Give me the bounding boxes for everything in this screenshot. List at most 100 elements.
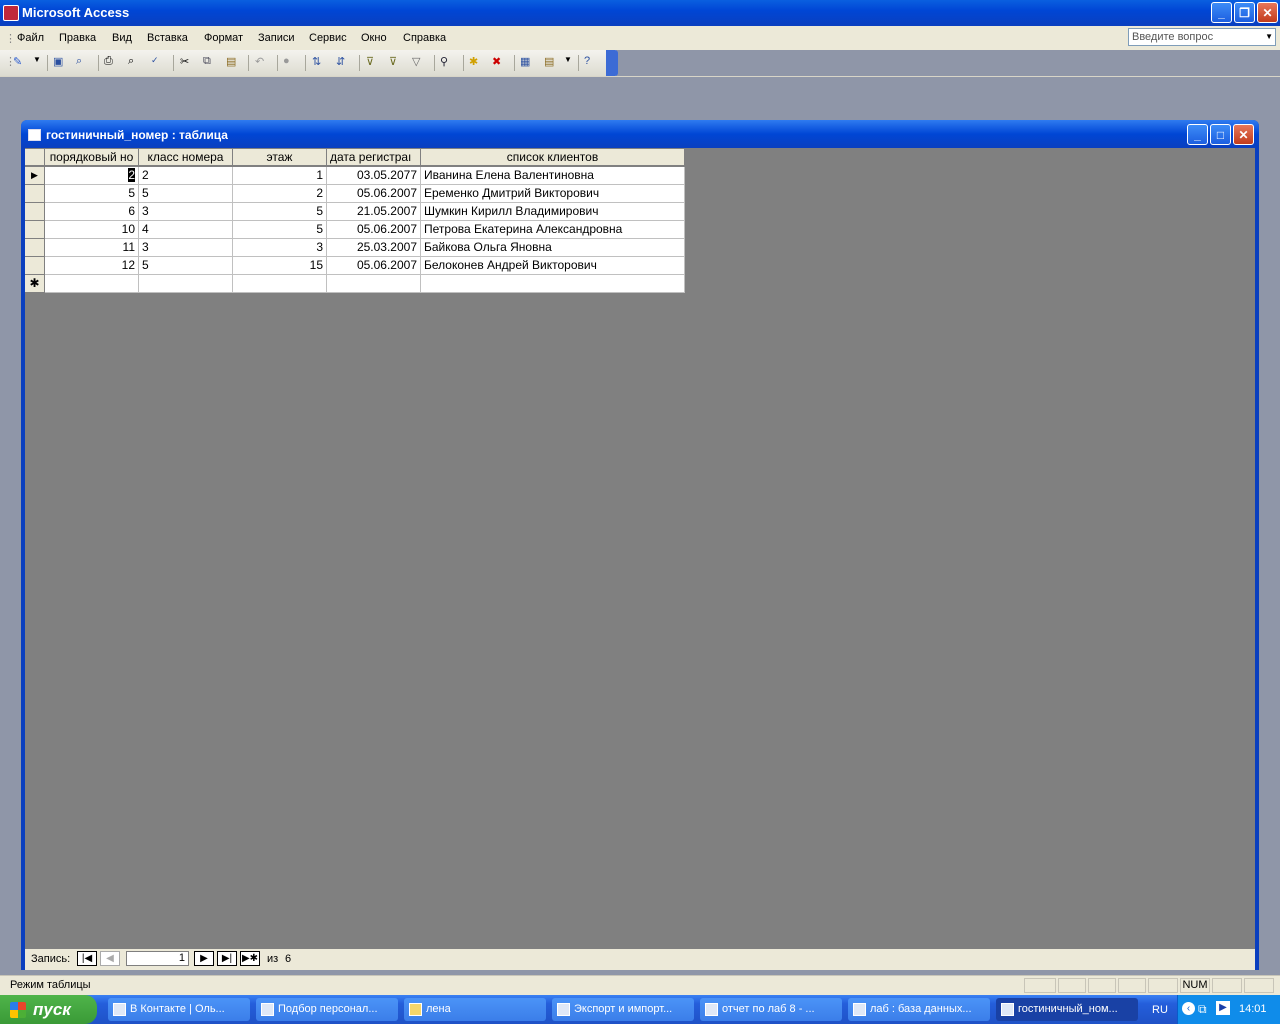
restore-button[interactable]: ❐ bbox=[1234, 2, 1255, 23]
chevron-down-icon[interactable]: ▼ bbox=[1265, 32, 1273, 41]
table-cell[interactable]: 3 bbox=[233, 239, 327, 257]
menu-view[interactable]: Вид bbox=[112, 32, 132, 44]
table-cell[interactable]: 3 bbox=[139, 203, 233, 221]
row-selector[interactable] bbox=[25, 203, 45, 221]
new-row-cell[interactable] bbox=[327, 275, 421, 293]
menu-insert[interactable]: Вставка bbox=[147, 32, 188, 44]
close-button[interactable]: ✕ bbox=[1257, 2, 1278, 23]
row-selector[interactable] bbox=[25, 185, 45, 203]
table-minimize-button[interactable]: _ bbox=[1187, 124, 1208, 145]
taskbar-item[interactable]: лаб : база данных... bbox=[848, 998, 990, 1021]
hyperlink-icon[interactable]: ● bbox=[283, 55, 299, 71]
media-player-icon[interactable]: ▶ bbox=[1216, 1001, 1230, 1015]
menu-format[interactable]: Формат bbox=[204, 32, 243, 44]
spelling-icon[interactable]: ✓ bbox=[151, 55, 167, 71]
access-app-icon[interactable] bbox=[3, 5, 19, 21]
menu-tools[interactable]: Сервис bbox=[309, 32, 347, 44]
column-header[interactable]: этаж bbox=[233, 149, 327, 166]
new-row-cell[interactable] bbox=[139, 275, 233, 293]
column-header[interactable]: дата регистраı bbox=[327, 149, 421, 166]
taskbar-item[interactable]: лена bbox=[404, 998, 546, 1021]
minimize-button[interactable]: _ bbox=[1211, 2, 1232, 23]
sort-descending-icon[interactable]: ⇵ bbox=[336, 55, 352, 71]
delete-record-icon[interactable]: ✖ bbox=[492, 55, 508, 71]
select-all-corner[interactable] bbox=[25, 149, 45, 166]
paste-icon[interactable]: ▤ bbox=[226, 55, 242, 71]
table-cell[interactable]: Шумкин Кирилл Владимирович bbox=[421, 203, 685, 221]
table-cell[interactable]: 2 bbox=[233, 185, 327, 203]
toolbar-options-button[interactable] bbox=[606, 50, 618, 76]
menu-help[interactable]: Справка bbox=[403, 32, 446, 44]
table-cell[interactable]: 3 bbox=[139, 239, 233, 257]
find-icon[interactable]: ⚲ bbox=[440, 55, 456, 71]
table-cell[interactable]: 5 bbox=[233, 221, 327, 239]
column-header[interactable]: класс номера bbox=[139, 149, 233, 166]
new-object-icon[interactable]: ▤ bbox=[544, 55, 560, 71]
start-button[interactable]: пуск bbox=[0, 995, 97, 1024]
chevron-left-icon[interactable]: ‹ bbox=[1182, 1002, 1195, 1015]
table-cell[interactable]: 12 bbox=[45, 257, 139, 275]
table-cell[interactable]: 5 bbox=[233, 203, 327, 221]
table-cell[interactable]: 21.05.2007 bbox=[327, 203, 421, 221]
taskbar-item[interactable]: Подбор персонал... bbox=[256, 998, 398, 1021]
save-icon[interactable]: ▣ bbox=[53, 55, 69, 71]
new-row-cell[interactable] bbox=[421, 275, 685, 293]
copy-icon[interactable]: ⧉ bbox=[203, 55, 219, 71]
table-cell[interactable]: 05.06.2007 bbox=[327, 185, 421, 203]
help-icon[interactable]: ? bbox=[584, 55, 600, 71]
taskbar-item-active[interactable]: гостиничный_ном... bbox=[996, 998, 1138, 1021]
row-selector[interactable] bbox=[25, 257, 45, 275]
taskbar-item[interactable]: В Контакте | Оль... bbox=[108, 998, 250, 1021]
table-window-title-bar[interactable]: гостиничный_номер : таблица _ □ ✕ bbox=[21, 120, 1259, 148]
table-cell[interactable]: 2 bbox=[139, 167, 233, 185]
table-cell[interactable]: Белоконев Андрей Викторович bbox=[421, 257, 685, 275]
new-record-icon[interactable]: ✱ bbox=[469, 55, 485, 71]
table-cell[interactable]: 25.03.2007 bbox=[327, 239, 421, 257]
table-cell[interactable]: 4 bbox=[139, 221, 233, 239]
filter-by-form-icon[interactable]: ⊽ bbox=[389, 55, 405, 71]
table-close-button[interactable]: ✕ bbox=[1233, 124, 1254, 145]
table-cell[interactable]: 2 bbox=[45, 167, 139, 185]
current-row-icon[interactable]: ▶ bbox=[25, 167, 45, 185]
table-cell[interactable]: 05.06.2007 bbox=[327, 221, 421, 239]
taskbar-item[interactable]: отчет по лаб 8 - ... bbox=[700, 998, 842, 1021]
row-selector[interactable] bbox=[25, 239, 45, 257]
print-preview-icon[interactable]: ⌕ bbox=[128, 55, 144, 71]
table-cell[interactable]: 5 bbox=[139, 257, 233, 275]
sort-ascending-icon[interactable]: ⇅ bbox=[312, 55, 328, 71]
new-record-icon[interactable]: ✱ bbox=[25, 275, 45, 293]
app-title-bar[interactable]: Microsoft Access _ ❐ ✕ bbox=[0, 0, 1280, 26]
filter-by-selection-icon[interactable]: ⊽ bbox=[366, 55, 382, 71]
table-cell[interactable]: 03.05.2077 bbox=[327, 167, 421, 185]
new-row-cell[interactable] bbox=[45, 275, 139, 293]
cut-icon[interactable]: ✂ bbox=[180, 55, 196, 71]
table-cell[interactable]: 11 bbox=[45, 239, 139, 257]
column-header[interactable]: список клиентов bbox=[421, 149, 685, 166]
apply-filter-icon[interactable]: ▽ bbox=[412, 55, 428, 71]
table-cell[interactable]: 6 bbox=[45, 203, 139, 221]
table-cell[interactable]: 05.06.2007 bbox=[327, 257, 421, 275]
table-cell[interactable]: Петрова Екатерина Александровна bbox=[421, 221, 685, 239]
table-cell[interactable]: Иванина Елена Валентиновна bbox=[421, 167, 685, 185]
menu-file[interactable]: Файл bbox=[17, 32, 44, 44]
column-header[interactable]: порядковый но bbox=[45, 149, 139, 166]
search-file-icon[interactable]: ⌕ bbox=[76, 55, 92, 71]
menu-window[interactable]: Окно bbox=[361, 32, 387, 44]
first-record-icon[interactable]: |◀ bbox=[77, 951, 97, 966]
print-icon[interactable]: ⎙ bbox=[104, 55, 120, 71]
record-number-input[interactable]: 1 bbox=[126, 951, 189, 966]
help-question-input[interactable]: Введите вопрос ▼ bbox=[1128, 28, 1276, 46]
table-cell[interactable]: 5 bbox=[45, 185, 139, 203]
table-maximize-button[interactable]: □ bbox=[1210, 124, 1231, 145]
table-cell[interactable]: Еременко Дмитрий Викторович bbox=[421, 185, 685, 203]
previous-record-icon[interactable]: ◀ bbox=[100, 951, 120, 966]
table-cell[interactable]: 1 bbox=[233, 167, 327, 185]
next-record-icon[interactable]: ▶ bbox=[194, 951, 214, 966]
row-selector[interactable] bbox=[25, 221, 45, 239]
taskbar-item[interactable]: Экспорт и импорт... bbox=[552, 998, 694, 1021]
design-view-icon[interactable]: ✎ bbox=[13, 55, 29, 71]
menu-records[interactable]: Записи bbox=[258, 32, 295, 44]
last-record-icon[interactable]: ▶| bbox=[217, 951, 237, 966]
network-icon[interactable]: ⧉ bbox=[1198, 1002, 1207, 1017]
table-cell[interactable]: 10 bbox=[45, 221, 139, 239]
